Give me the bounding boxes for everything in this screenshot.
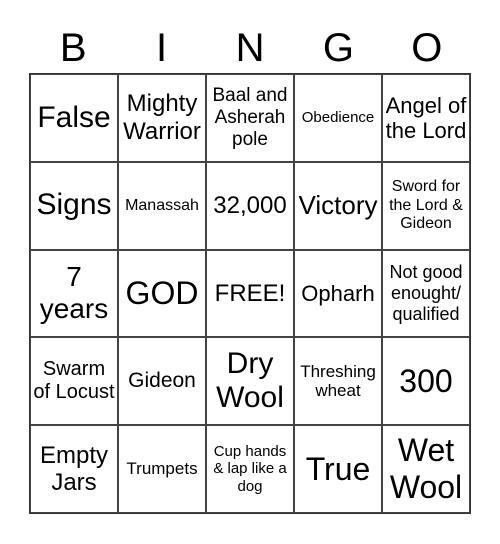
bingo-cell[interactable]: 300 — [382, 337, 470, 426]
header-letter: O — [411, 26, 443, 70]
bingo-cell[interactable]: Not good enought/ qualified — [382, 249, 470, 338]
bingo-cell[interactable]: Opharh — [294, 249, 382, 338]
header-letter: N — [235, 26, 265, 70]
bingo-cell[interactable]: Obedience — [294, 74, 382, 162]
bingo-cell[interactable]: Threshing wheat — [294, 337, 382, 426]
bingo-cell[interactable]: Manassah — [118, 161, 206, 250]
bingo-cell[interactable]: False — [30, 74, 118, 162]
bingo-cell[interactable]: Swarm of Locust — [30, 337, 118, 426]
header-letter: G — [322, 26, 354, 70]
bingo-cell[interactable]: FREE! — [206, 249, 294, 338]
bingo-cell[interactable]: Signs — [30, 161, 118, 250]
bingo-header: B I N G O — [29, 24, 471, 72]
bingo-grid: False Mighty Warrior Baal and Asherah pole… — [29, 73, 471, 514]
bingo-cell[interactable]: Cup hands & lap like a dog — [206, 425, 294, 513]
bingo-cell[interactable]: GOD — [118, 249, 206, 338]
bingo-cell[interactable]: 7 years — [30, 249, 118, 338]
bingo-cell[interactable]: True — [294, 425, 382, 513]
bingo-cell[interactable]: Gideon — [118, 337, 206, 426]
bingo-cell[interactable]: Victory — [294, 161, 382, 250]
bingo-cell[interactable]: 32,000 — [206, 161, 294, 250]
header-letter: B — [59, 26, 87, 70]
header-letter: I — [156, 26, 168, 70]
bingo-cell[interactable]: Empty Jars — [30, 425, 118, 513]
bingo-cell[interactable]: Sword for the Lord & Gideon — [382, 161, 470, 250]
bingo-cell[interactable]: Mighty Warrior — [118, 74, 206, 162]
bingo-cell[interactable]: Dry Wool — [206, 337, 294, 426]
bingo-cell[interactable]: Baal and Asherah pole — [206, 74, 294, 162]
bingo-cell[interactable]: Trumpets — [118, 425, 206, 513]
bingo-cell[interactable]: Wet Wool — [382, 425, 470, 513]
bingo-cell[interactable]: Angel of the Lord — [382, 74, 470, 162]
